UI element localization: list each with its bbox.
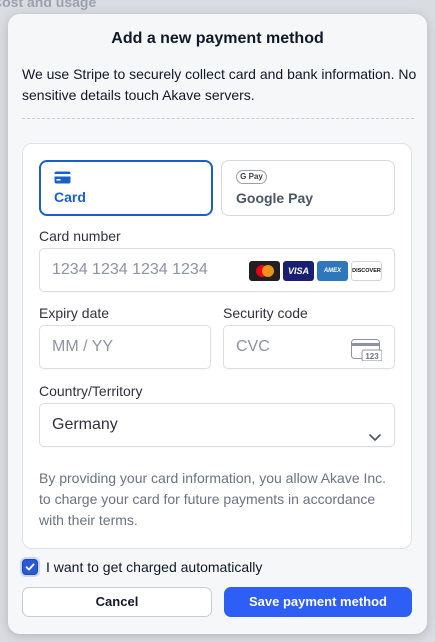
chevron-down-icon bbox=[368, 419, 382, 461]
mastercard-icon bbox=[249, 261, 280, 281]
amex-icon: AMEX bbox=[317, 261, 348, 281]
modal-title: Add a new payment method bbox=[111, 30, 324, 47]
save-payment-method-button[interactable]: Save payment method bbox=[224, 587, 412, 617]
discover-icon: DISCOVER bbox=[351, 261, 382, 281]
tab-card[interactable]: Card bbox=[39, 160, 213, 216]
divider bbox=[22, 118, 414, 119]
check-icon bbox=[25, 563, 35, 571]
google-pay-icon: G Pay bbox=[236, 170, 267, 184]
payment-method-modal: Add a new payment method We use Stripe t… bbox=[8, 14, 427, 634]
expiry-label: Expiry date bbox=[39, 305, 110, 321]
stripe-payment-form: Card G Pay Google Pay Card number 1234 1… bbox=[22, 143, 412, 549]
card-number-placeholder: 1234 1234 1234 1234 bbox=[52, 261, 208, 278]
country-label: Country/Territory bbox=[39, 383, 143, 399]
modal-description: We use Stripe to securely collect card a… bbox=[22, 66, 417, 103]
cancel-button[interactable]: Cancel bbox=[22, 587, 212, 617]
expiry-input[interactable]: MM / YY bbox=[39, 325, 211, 369]
cvc-placeholder: CVC bbox=[236, 338, 270, 355]
country-value: Germany bbox=[52, 416, 118, 433]
card-brands: VISA AMEX DISCOVER bbox=[249, 261, 382, 281]
auto-charge-row: I want to get charged automatically bbox=[22, 559, 262, 575]
security-code-label: Security code bbox=[223, 305, 308, 321]
cvc-icon-text: 123 bbox=[365, 352, 379, 361]
cvc-card-icon: 123 bbox=[351, 336, 383, 378]
credit-card-icon bbox=[54, 171, 71, 189]
card-number-label: Card number bbox=[39, 228, 121, 244]
cvc-input[interactable]: CVC 123 bbox=[223, 325, 395, 369]
tab-card-label: Card bbox=[54, 189, 86, 205]
tab-google-pay-label: Google Pay bbox=[236, 190, 314, 206]
auto-charge-checkbox[interactable] bbox=[22, 559, 38, 575]
visa-icon: VISA bbox=[283, 261, 314, 281]
backdrop-heading: Cost and usage bbox=[0, 0, 97, 10]
consent-text: By providing your card information, you … bbox=[39, 470, 387, 528]
tab-google-pay[interactable]: G Pay Google Pay bbox=[221, 160, 395, 216]
expiry-placeholder: MM / YY bbox=[52, 338, 114, 355]
auto-charge-label: I want to get charged automatically bbox=[46, 559, 263, 575]
card-number-input[interactable]: 1234 1234 1234 1234 VISA AMEX DISCOVER bbox=[39, 248, 395, 292]
country-select[interactable]: Germany bbox=[39, 403, 395, 447]
